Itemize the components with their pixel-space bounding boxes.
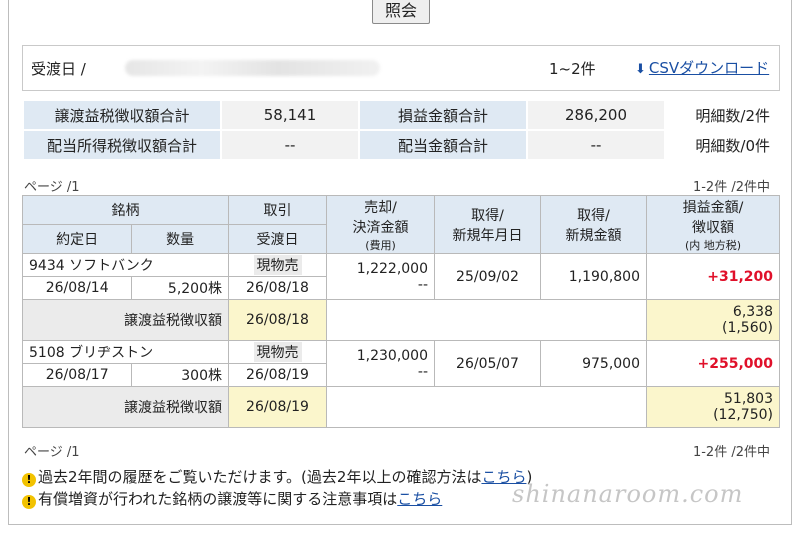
summary-detail-count: 明細数/2件 xyxy=(664,99,780,131)
summary-value: 286,200 xyxy=(526,99,666,131)
summary-value: 58,141 xyxy=(220,99,360,131)
col-acq-amount: 取得/新規金額 xyxy=(540,195,647,254)
trade-type: 現物売 xyxy=(228,340,327,364)
summary-label: 損益金額合計 xyxy=(358,99,528,131)
summary-detail-count: 明細数/0件 xyxy=(664,129,780,161)
acq-amount: 975,000 xyxy=(540,340,647,387)
summary-value: -- xyxy=(220,129,360,161)
tax-empty xyxy=(326,299,647,341)
capital-increase-info-link[interactable]: こちら xyxy=(397,490,442,508)
table-row: 5108 ブリヂストン 現物売 1,230,000 -- 26/05/07 975… xyxy=(22,340,780,387)
tax-label: 譲渡益税徴収額 xyxy=(22,299,229,341)
tax-date: 26/08/19 xyxy=(228,386,327,428)
sell-amount: 1,230,000 -- xyxy=(326,340,435,387)
tax-date: 26/08/18 xyxy=(228,299,327,341)
acq-date: 25/09/02 xyxy=(434,253,541,300)
summary-value: -- xyxy=(526,129,666,161)
notes: ! 過去2年間の履歴をご覧いただけます。(過去2年以上の確認方法はこちら) ! 有償… xyxy=(22,466,532,510)
contract-date: 26/08/14 xyxy=(21,276,133,300)
date-range-redacted xyxy=(125,60,380,76)
watermark: shinanaroom.com xyxy=(512,480,744,508)
tax-label: 譲渡益税徴収額 xyxy=(22,386,229,428)
summary-label: 譲渡益税徴収額合計 xyxy=(22,99,222,131)
note-history: ! 過去2年間の履歴をご覧いただけます。(過去2年以上の確認方法はこちら) xyxy=(22,466,532,488)
page-count: 1-2件 /2件中 xyxy=(692,180,770,195)
condition-bar: 受渡日 / 1~2件 ⬇ CSVダウンロード xyxy=(22,45,780,91)
contract-date: 26/08/17 xyxy=(21,363,133,387)
col-acq-date: 取得/新規年月日 xyxy=(434,195,541,254)
tax-empty xyxy=(326,386,647,428)
tax-amount: 6,338 (1,560) xyxy=(646,299,780,341)
col-trade: 取引 xyxy=(228,195,327,225)
table-row: 9434 ソフトバンク 現物売 1,222,000 -- 25/09/02 1,1… xyxy=(22,253,780,300)
trade-table: 銘柄 取引 売却/決済金額 (費用) 取得/新規年月日 取得/新規金額 損益金額/… xyxy=(21,195,780,428)
tax-row: 譲渡益税徴収額 26/08/19 51,803 (12,750) xyxy=(22,386,780,428)
col-quantity: 数量 xyxy=(131,224,229,254)
trade-type: 現物売 xyxy=(228,253,327,277)
sell-amount: 1,222,000 -- xyxy=(326,253,435,300)
settle-date: 26/08/19 xyxy=(228,363,327,387)
summary-table: 譲渡益税徴収額合計 58,141 損益金額合計 286,200 明細数/2件 配… xyxy=(22,99,780,161)
page-indicator: ページ /1 xyxy=(24,180,80,195)
summary-label: 配当金額合計 xyxy=(358,129,528,161)
col-settle-date: 受渡日 xyxy=(228,224,327,254)
stock-name: 9434 ソフトバンク xyxy=(22,253,229,277)
col-profit-loss: 損益金額/徴収額 (内 地方税) xyxy=(646,195,780,254)
quantity: 300株 xyxy=(131,363,229,387)
col-stock: 銘柄 xyxy=(22,195,229,225)
page-indicator-bottom: ページ /1 xyxy=(24,445,80,460)
page-count-bottom: 1-2件 /2件中 xyxy=(692,445,770,460)
download-icon: ⬇ xyxy=(635,62,646,77)
tax-row: 譲渡益税徴収額 26/08/18 6,338 (1,560) xyxy=(22,299,780,341)
csv-download-link[interactable]: ⬇ CSVダウンロード xyxy=(635,57,769,78)
acq-amount: 1,190,800 xyxy=(540,253,647,300)
settlement-date-label: 受渡日 / xyxy=(31,60,86,78)
warning-icon: ! xyxy=(22,495,36,509)
acq-date: 26/05/07 xyxy=(434,340,541,387)
profit-loss: +31,200 xyxy=(646,253,780,300)
note-capital-increase: ! 有償増資が行われた銘柄の譲渡等に関する注意事項はこちら xyxy=(22,488,532,510)
result-count: 1~2件 xyxy=(549,60,596,78)
col-sell-amount: 売却/決済金額 (費用) xyxy=(326,195,435,254)
col-contract-date: 約定日 xyxy=(21,224,133,254)
summary-label: 配当所得税徴収額合計 xyxy=(22,129,222,161)
inquiry-button[interactable]: 照会 xyxy=(372,0,430,24)
quantity: 5,200株 xyxy=(131,276,229,300)
warning-icon: ! xyxy=(22,473,36,487)
settle-date: 26/08/18 xyxy=(228,276,327,300)
stock-name: 5108 ブリヂストン xyxy=(22,340,229,364)
profit-loss: +255,000 xyxy=(646,340,780,387)
tax-amount: 51,803 (12,750) xyxy=(646,386,780,428)
